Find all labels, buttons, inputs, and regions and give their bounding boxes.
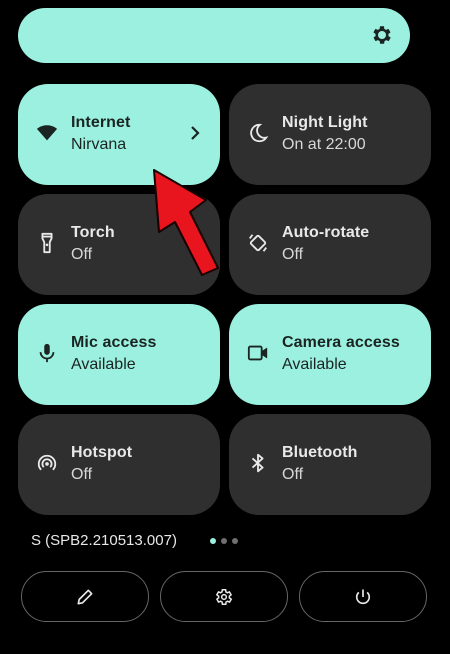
tile-torch-label: Torch (71, 224, 115, 241)
tile-mic-access[interactable]: Mic access Available (18, 304, 220, 405)
power-icon (355, 589, 371, 604)
tile-hotspot-sublabel: Off (71, 466, 93, 483)
brightness-settings-icon (373, 26, 391, 44)
tile-auto-rotate[interactable]: Auto-rotate Off (229, 194, 431, 295)
tile-internet-sublabel: Nirvana (71, 136, 127, 153)
tile-mic-access-sublabel: Available (71, 356, 136, 373)
page-dot (221, 538, 227, 544)
build-number: S (SPB2.210513.007) (31, 532, 177, 549)
tile-bluetooth-sublabel: Off (282, 466, 304, 483)
tile-camera-access-label: Camera access (282, 334, 400, 351)
gear-icon (215, 588, 233, 605)
tile-auto-rotate-label: Auto-rotate (282, 224, 370, 241)
tile-bluetooth[interactable]: Bluetooth Off (229, 414, 431, 515)
tile-camera-access-sublabel: Available (282, 356, 347, 373)
chevron-right-icon[interactable] (188, 124, 202, 142)
moon-icon (250, 123, 269, 143)
tile-hotspot-label: Hotspot (71, 444, 133, 461)
tile-mic-access-label: Mic access (71, 334, 157, 351)
power-button[interactable] (299, 571, 427, 622)
tile-night-light-sublabel: On at 22:00 (282, 136, 366, 153)
camera-icon (247, 345, 268, 361)
tile-night-light[interactable]: Night Light On at 22:00 (229, 84, 431, 185)
page-dot (210, 538, 216, 544)
wifi-icon (36, 125, 58, 141)
flashlight-icon (41, 232, 53, 254)
settings-button[interactable] (160, 571, 288, 622)
rotate-icon (249, 234, 267, 252)
bluetooth-icon (251, 453, 264, 473)
tile-camera-access[interactable]: Camera access Available (229, 304, 431, 405)
tile-internet-label: Internet (71, 114, 131, 131)
brightness-slider[interactable] (18, 8, 410, 63)
page-dot (232, 538, 238, 544)
tile-hotspot[interactable]: Hotspot Off (18, 414, 220, 515)
microphone-icon (39, 343, 55, 363)
tile-auto-rotate-sublabel: Off (282, 246, 304, 263)
edit-button[interactable] (21, 571, 149, 622)
hotspot-icon (37, 454, 57, 471)
annotation-arrow (153, 169, 219, 276)
pencil-icon (77, 589, 93, 604)
tile-torch-sublabel: Off (71, 246, 93, 263)
tile-night-light-label: Night Light (282, 114, 368, 131)
tile-bluetooth-label: Bluetooth (282, 444, 358, 461)
